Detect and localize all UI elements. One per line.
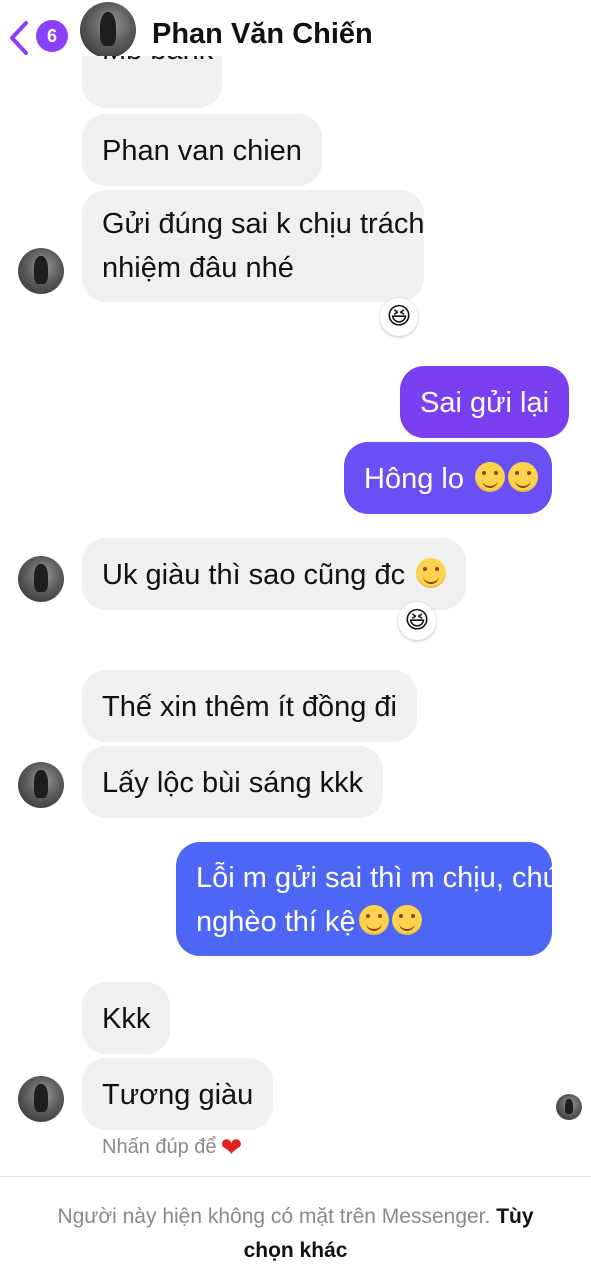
back-chevron-icon [10,21,28,55]
smiling-face-icon [358,905,389,935]
hint-text: Nhấn đúp để [102,1136,217,1158]
unread-count-badge: 6 [36,20,68,52]
message-text-line: Lỗi m gửi sai thì m chịu, chứ [196,862,563,894]
offline-status-text: Người này hiện không có mặt trên Messeng… [57,1205,491,1228]
back-button[interactable]: 6 [8,16,68,58]
message-text-line: nghèo thí kệ [196,906,356,938]
sender-avatar[interactable] [18,1076,64,1122]
grinning-face-icon [416,558,447,588]
message-bubble-outgoing[interactable]: Hông lo [344,442,552,514]
message-text: Phan van chien [102,135,302,167]
sender-avatar[interactable] [18,762,64,808]
message-text-line: nhiệm đâu nhé [102,252,294,284]
offline-notice: Người này hiện không có mặt trên Messeng… [30,1200,561,1268]
smiling-face-icon [508,462,539,492]
double-tap-hint: Nhấn đúp để ❤ [102,1132,242,1163]
message-text: Thế xin thêm ít đồng đi [102,691,397,723]
sender-avatar[interactable] [18,556,64,602]
message-text: Kkk [102,1003,151,1035]
divider [0,1176,591,1177]
smiling-face-icon [475,462,506,492]
message-bubble-incoming[interactable]: Tương giàu [82,1058,274,1130]
message-bubble-partial[interactable]: Mb bank [82,56,222,108]
seen-indicator-avatar [556,1094,582,1120]
message-text: Mb bank [102,56,213,72]
laughing-reaction-icon[interactable]: 😆 [380,298,418,336]
message-bubble-incoming[interactable]: Kkk [82,982,171,1054]
message-text: Tương giàu [102,1079,254,1111]
message-text: Lấy lộc bùi sáng kkk [102,767,364,799]
message-bubble-incoming[interactable]: Phan van chien [82,114,322,186]
message-bubble-incoming[interactable]: Gửi đúng sai k chịu trách nhiệm đâu nhé [82,190,424,302]
message-text: Hông lo [364,463,464,495]
message-bubble-incoming[interactable]: Uk giàu thì sao cũng đc [82,538,467,610]
message-text: Uk giàu thì sao cũng đc [102,559,406,591]
message-bubble-incoming[interactable]: Lấy lộc bùi sáng kkk [82,746,384,818]
sender-avatar[interactable] [18,248,64,294]
message-text-line: Gửi đúng sai k chịu trách [102,208,425,240]
message-text: Sai gửi lại [420,387,550,419]
message-bubble-outgoing[interactable]: Lỗi m gửi sai thì m chịu, chứ nghèo thí … [176,842,563,956]
heart-icon[interactable]: ❤ [221,1132,243,1162]
contact-avatar[interactable] [80,2,136,58]
message-bubble-outgoing[interactable]: Sai gửi lại [400,366,570,438]
message-bubble-incoming[interactable]: Thế xin thêm ít đồng đi [82,670,417,742]
contact-name[interactable]: Phan Văn Chiến [152,18,373,51]
laughing-reaction-icon[interactable]: 😆 [398,602,436,640]
smiling-face-icon [391,905,422,935]
